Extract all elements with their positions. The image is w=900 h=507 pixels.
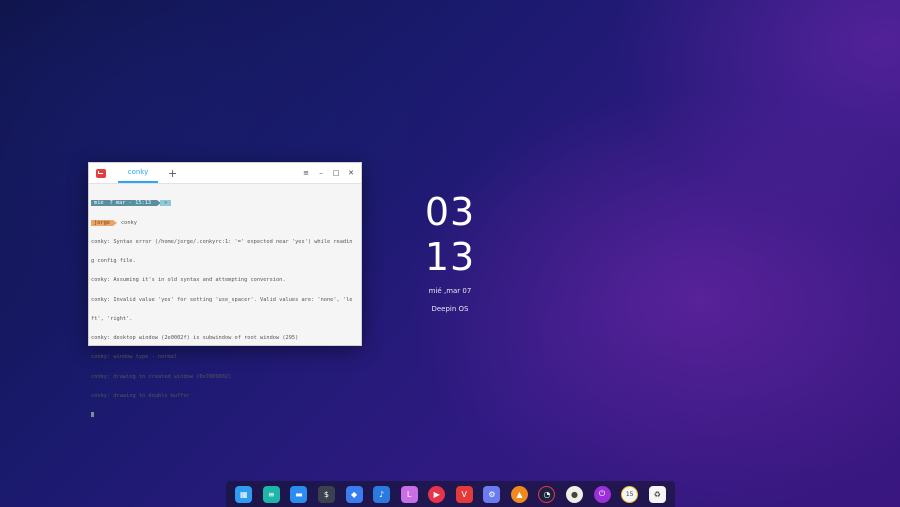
calendar-icon[interactable]: 15 [621,485,639,503]
prompt-command: conky [120,219,137,226]
output-line: conky: Syntax error (/home/jorge/.conkyr… [91,239,353,246]
terminal-cursor [91,412,94,417]
output-line: conky: desktop window (2e0002f) is subwi… [91,335,299,342]
clock-minutes: 13 [424,235,476,279]
close-button[interactable]: ✕ [347,169,355,177]
prompt-tail: » [160,200,172,207]
clock-app-icon[interactable]: ◔ [538,485,556,503]
output-line: conky: drawing to created window (0x7800… [91,373,232,380]
power-icon[interactable]: ⏻ [593,485,611,503]
launcher-icon[interactable]: ▦ [235,485,253,503]
prompt-user-arrow [112,219,117,226]
window-controls: ≡ – □ ✕ [302,163,355,183]
terminal-window[interactable]: conky + ≡ – □ ✕ mié 7 mar - 15:13 » jorg… [88,162,362,417]
prompt-user: jorge [91,219,113,227]
new-tab-button[interactable]: + [168,168,177,179]
prompt-date: 7 mar - 15:13 [106,200,158,207]
file-manager-icon[interactable]: ▬ [290,485,308,503]
menu-button[interactable]: ≡ [302,169,310,177]
app-store-icon[interactable]: ◆ [345,485,363,503]
prompt-day: mié [91,200,107,207]
l-app-icon[interactable]: L [400,485,418,503]
conky-clock-widget: 03 13 mié ,mar 07 Deepin OS [410,190,490,313]
output-line: conky: drawing to double buffer [91,392,190,399]
trash-icon[interactable]: ♻ [648,485,666,503]
output-line: ft', 'right'. [91,315,133,322]
maximize-button[interactable]: □ [332,169,340,177]
output-line: g config file. [91,258,136,265]
prompt-time-sep: - [128,200,132,206]
output-line: conky: window type - normal [91,354,178,361]
vlc-icon[interactable]: ▲ [510,485,528,503]
minimize-button[interactable]: – [317,169,325,177]
terminal-titlebar[interactable]: conky + ≡ – □ ✕ [89,163,361,184]
multitasking-icon[interactable]: ≡ [262,485,280,503]
clock-date: mié ,mar 07 [428,287,472,295]
tab-conky[interactable]: conky [118,163,158,183]
music-icon[interactable]: ♪ [373,485,391,503]
vivaldi-icon[interactable]: V [455,485,473,503]
settings-icon[interactable]: ⚙ [483,485,501,503]
prompt-time: 15:13 [135,200,152,206]
terminal-output[interactable]: mié 7 mar - 15:13 » jorge conky conky: S… [89,184,361,432]
prompt-date-text: 7 mar [109,200,126,206]
video-player-icon[interactable]: ▶ [428,485,446,503]
output-line: conky: Assuming it's in old syntax and a… [91,277,286,284]
dock: ▦ ≡ ▬ $ ◆ ♪ L ▶ V ⚙ ▲ ◔ ● ⏻ 15 ♻ [226,481,675,507]
user-command-line: jorge conky [91,219,359,227]
clock-hours: 03 [424,190,476,234]
disk-icon[interactable]: ● [566,485,584,503]
terminal-app-icon [96,168,106,178]
terminal-icon[interactable]: $ [317,485,335,503]
prompt-line: mié 7 mar - 15:13 » [91,200,359,207]
clock-os-name: Deepin OS [431,305,469,313]
output-line: conky: Invalid value 'yes' for setting '… [91,296,353,303]
terminal-cursor-line [91,412,359,419]
